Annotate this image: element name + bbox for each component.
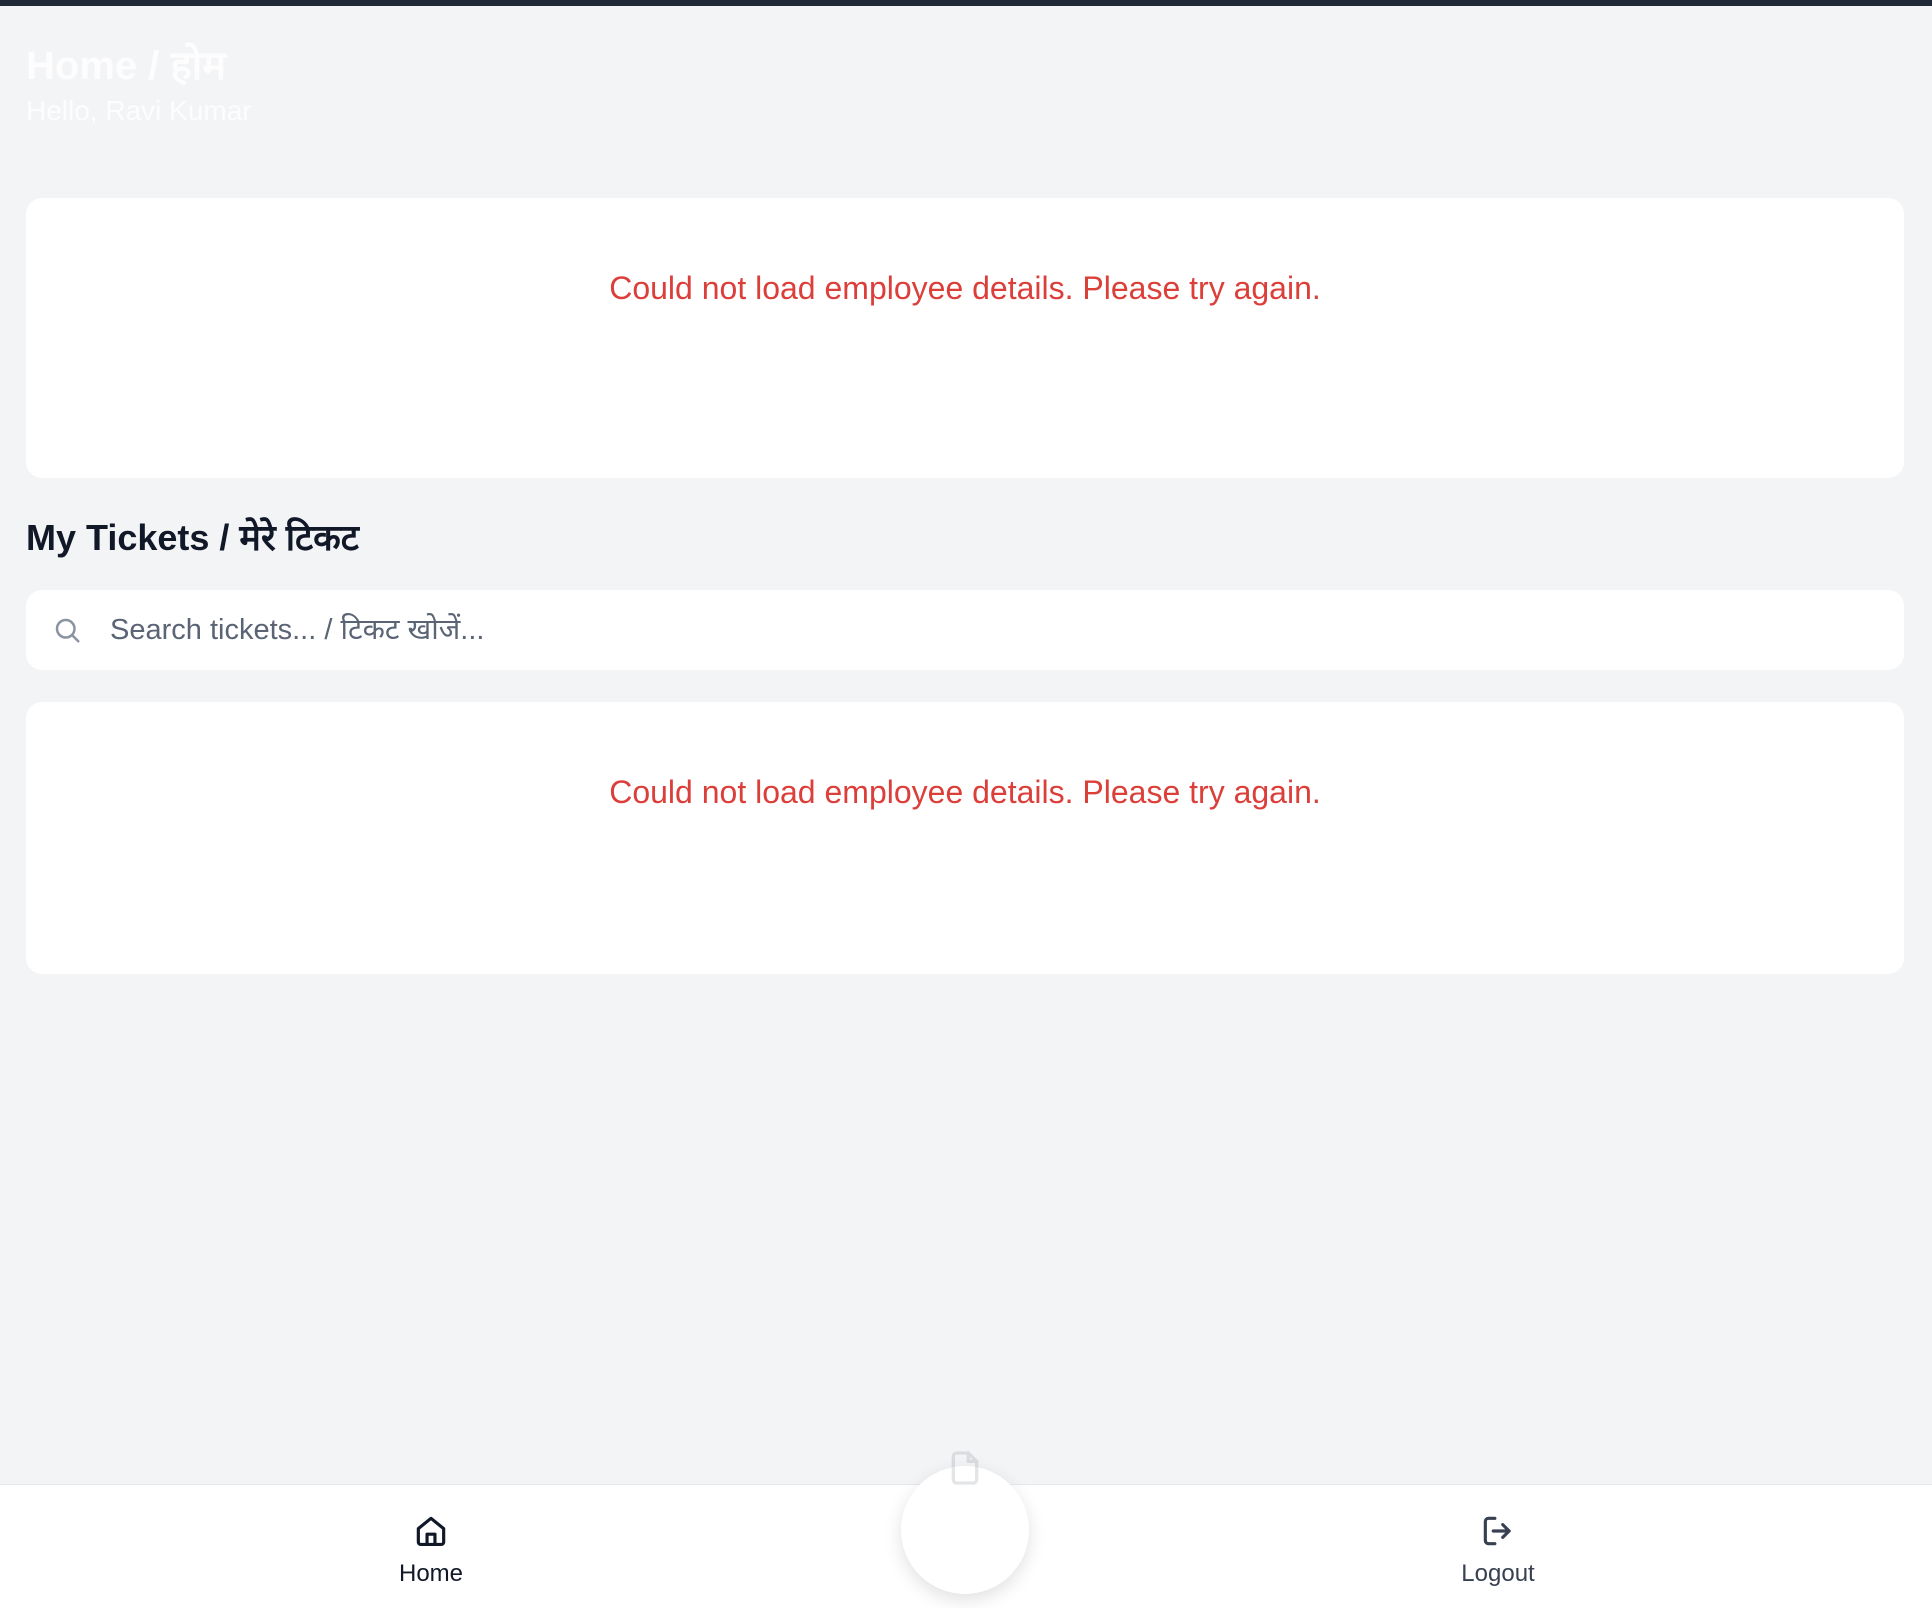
top-strip [0,0,1932,6]
nav-logout-button[interactable]: Logout [1398,1511,1598,1589]
page: Home / होम Hello, Ravi Kumar Could not l… [0,0,1932,1608]
ticket-search-input[interactable] [110,600,1904,660]
new-ticket-fab[interactable] [901,1451,1029,1594]
page-title: Home / होम [26,44,226,88]
search-icon [50,613,84,647]
document-icon [951,1451,979,1485]
greeting-text: Hello, Ravi Kumar [26,95,252,126]
ticket-search-box [26,590,1904,670]
logout-icon [1478,1511,1518,1551]
nav-home-label: Home [398,1560,464,1587]
home-icon [411,1511,451,1551]
tickets-section-title: My Tickets / मेरे टिकट [26,517,359,558]
tickets-error-message: Could not load employee details. Please … [609,774,1321,810]
nav-home-button[interactable]: Home [331,1511,531,1589]
nav-logout-label: Logout [1461,1560,1535,1587]
employee-details-card: Could not load employee details. Please … [26,198,1904,478]
tickets-list-card: Could not load employee details. Please … [26,702,1904,974]
employee-error-message: Could not load employee details. Please … [609,270,1321,306]
page-header: Home / होम Hello, Ravi Kumar [26,42,252,128]
